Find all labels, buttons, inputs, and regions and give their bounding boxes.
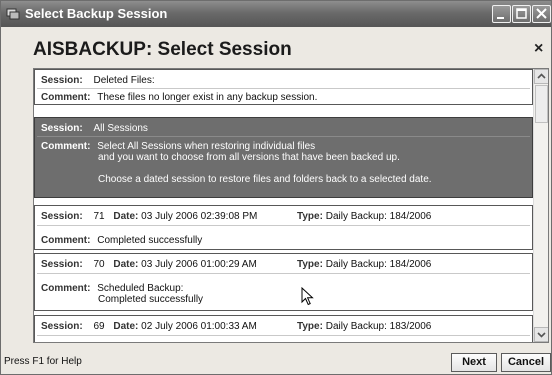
type-value: Daily Backup: 184/2006 [325, 211, 432, 222]
comment-label: Comment: [41, 92, 91, 103]
session-value: 71 [93, 211, 105, 222]
session-row: Session: All Sessions [41, 123, 148, 134]
comment-label: Comment: [41, 283, 91, 294]
comment-row: Comment: Select All Sessions when restor… [41, 141, 315, 152]
session-value: 69 [93, 321, 105, 332]
date-value: 03 July 2006 01:00:29 AM [141, 259, 257, 270]
session-row: Session: Deleted Files: [41, 75, 155, 86]
minimize-button[interactable] [492, 5, 511, 23]
session-label: Session: [41, 211, 83, 222]
next-button[interactable]: Next [451, 353, 497, 372]
comment-text: Completed successfully [97, 235, 203, 246]
date-label: Date: [113, 321, 139, 332]
type-label: Type: [297, 259, 323, 270]
type-value: Daily Backup: 184/2006 [325, 259, 432, 270]
session-row: Session: 70 Date: 03 July 2006 01:00:29 … [41, 259, 257, 270]
scroll-up-button[interactable] [534, 69, 548, 84]
type-row: Type: Daily Backup: 184/2006 [297, 259, 431, 270]
scroll-down-icon [537, 332, 546, 338]
close-icon [536, 8, 547, 19]
maximize-button[interactable] [512, 5, 531, 23]
session-item-69[interactable]: Session: 69 Date: 02 July 2006 01:00:33 … [34, 315, 533, 342]
vertical-scrollbar[interactable] [533, 69, 548, 342]
comment-text: Scheduled Backup: [97, 283, 184, 294]
date-label: Date: [113, 259, 139, 270]
session-item-all-sessions[interactable]: Session: All Sessions Comment: Select Al… [34, 117, 533, 198]
session-value: All Sessions [93, 123, 148, 134]
dialog-heading: AISBACKUP: Select Session [33, 39, 292, 60]
session-row: Session: 69 Date: 02 July 2006 01:00:33 … [41, 321, 257, 332]
session-label: Session: [41, 123, 83, 134]
scroll-down-button[interactable] [534, 327, 548, 342]
session-value: Deleted Files: [93, 75, 155, 86]
type-label: Type: [297, 211, 323, 222]
scroll-thumb[interactable] [535, 85, 548, 123]
comment-label: Comment: [41, 141, 91, 152]
divider [37, 136, 530, 137]
session-label: Session: [41, 75, 83, 86]
dialog-close-icon[interactable]: × [534, 40, 543, 58]
mouse-cursor-icon [301, 287, 314, 306]
close-button[interactable] [532, 5, 551, 23]
session-item-70[interactable]: Session: 70 Date: 03 July 2006 01:00:29 … [34, 253, 533, 311]
type-row: Type: Daily Backup: 184/2006 [297, 211, 431, 222]
comment-row: Comment: Scheduled Backup: [41, 283, 183, 294]
session-value: 70 [93, 259, 105, 270]
comment-text-line: Completed successfully [98, 294, 204, 305]
status-help-text: Press F1 for Help [4, 356, 82, 367]
session-item-71[interactable]: Session: 71 Date: 03 July 2006 02:39:08 … [34, 205, 533, 250]
session-label: Session: [41, 259, 83, 270]
type-value: Daily Backup: 183/2006 [325, 321, 432, 332]
comment-text: Select All Sessions when restoring indiv… [97, 141, 316, 152]
divider [37, 335, 530, 336]
session-row: Session: 71 Date: 03 July 2006 02:39:08 … [41, 211, 257, 222]
comment-text-line: and you want to choose from all versions… [98, 152, 400, 163]
select-backup-session-window: Select Backup Session AISBACKUP: Select … [0, 0, 552, 375]
comment-text-line: Choose a dated session to restore files … [98, 174, 432, 185]
comment-label: Comment: [41, 235, 91, 246]
divider [37, 273, 530, 274]
title-bar: Select Backup Session [1, 1, 551, 27]
type-label: Type: [297, 321, 323, 332]
comment-row: Comment: Completed successfully [41, 235, 202, 246]
type-row: Type: Daily Backup: 183/2006 [297, 321, 431, 332]
date-label: Date: [113, 211, 139, 222]
session-list[interactable]: Session: Deleted Files: Comment: These f… [33, 68, 549, 343]
session-label: Session: [41, 321, 83, 332]
divider [37, 88, 530, 89]
app-icon [6, 8, 20, 20]
date-value: 03 July 2006 02:39:08 PM [141, 211, 258, 222]
comment-text: These files no longer exist in any backu… [97, 92, 318, 103]
maximize-icon [516, 8, 527, 19]
divider [37, 225, 530, 226]
session-item-deleted-files[interactable]: Session: Deleted Files: Comment: These f… [34, 69, 533, 105]
comment-row: Comment: These files no longer exist in … [41, 92, 317, 103]
minimize-icon [497, 17, 504, 19]
date-value: 02 July 2006 01:00:33 AM [141, 321, 257, 332]
scroll-up-icon [537, 73, 546, 79]
window-title: Select Backup Session [25, 6, 168, 21]
cancel-button[interactable]: Cancel [501, 353, 551, 372]
